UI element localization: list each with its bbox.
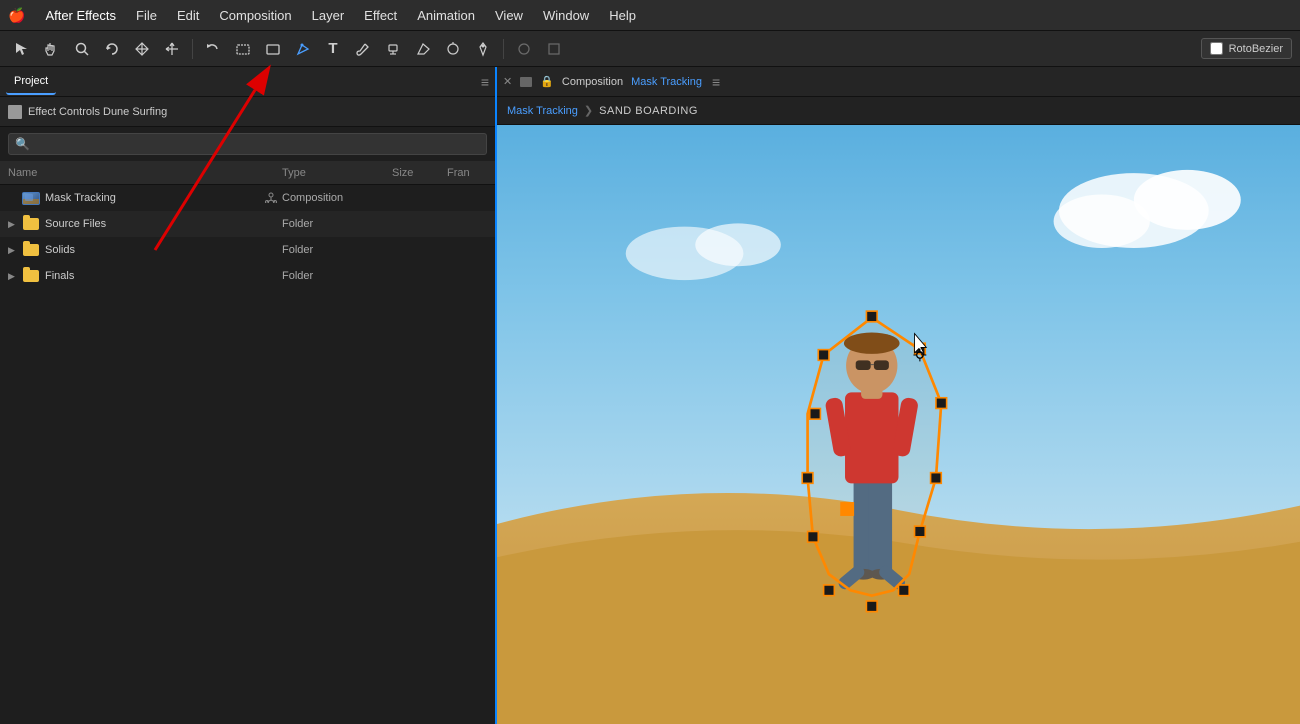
search-icon: 🔍: [15, 137, 30, 151]
item-finals-name: Finals: [45, 270, 264, 282]
solids-folder-icon: [22, 243, 40, 257]
comp-tab-close[interactable]: ✕: [503, 75, 512, 88]
menu-file[interactable]: File: [128, 6, 165, 25]
project-tab[interactable]: Project: [6, 69, 56, 95]
roto-bezier-toggle[interactable]: RotoBezier: [1201, 38, 1292, 59]
shape-btn[interactable]: [259, 35, 287, 63]
roto-bezier-checkbox[interactable]: [1210, 42, 1223, 55]
project-column-headers: Name Type Size Fran: [0, 161, 495, 185]
comp-icon: [22, 191, 40, 205]
pen-tool-btn[interactable]: [289, 35, 317, 63]
effect-controls-tab[interactable]: Effect Controls Dune Surfing: [0, 97, 495, 127]
source-files-folder-icon: [22, 217, 40, 231]
breadcrumb-sep: ❯: [584, 104, 593, 117]
eraser-tool-btn[interactable]: [409, 35, 437, 63]
comp-tab-lock: 🔒: [540, 75, 554, 88]
project-item-solids[interactable]: ▶ Solids Folder: [0, 237, 495, 263]
effect-tab-icon: [8, 105, 22, 119]
comp-tab-name[interactable]: Mask Tracking: [631, 76, 702, 88]
col-fran-header: Fran: [447, 167, 487, 179]
search-input-wrap[interactable]: 🔍: [8, 133, 487, 155]
apple-logo-icon: 🍎: [8, 7, 25, 24]
mask-rect-btn[interactable]: [229, 35, 257, 63]
breadcrumb-second: SAND BOARDING: [599, 105, 698, 117]
menubar: 🍎 After Effects File Edit Composition La…: [0, 0, 1300, 31]
project-items-list: Mask Tracking Composition ▶ Source Files…: [0, 185, 495, 724]
finals-folder-icon: [22, 269, 40, 283]
menu-after-effects[interactable]: After Effects: [37, 6, 124, 25]
project-item-mask-tracking[interactable]: Mask Tracking Composition: [0, 185, 495, 211]
menu-view[interactable]: View: [487, 6, 531, 25]
right-panel: ✕ 🔒 Composition Mask Tracking ≡ Mask Tra…: [497, 67, 1300, 724]
effect-controls-label: Effect Controls Dune Surfing: [28, 106, 167, 118]
toolbar-sep-1: [192, 39, 193, 59]
comp-tab-label: Composition: [562, 76, 623, 88]
menu-composition[interactable]: Composition: [211, 6, 299, 25]
menu-animation[interactable]: Animation: [409, 6, 483, 25]
main-area: Project ≡ Effect Controls Dune Surfing 🔍…: [0, 67, 1300, 724]
translate-tool-btn[interactable]: [128, 35, 156, 63]
text-tool-btn[interactable]: T: [319, 35, 347, 63]
comp-tab-menu[interactable]: ≡: [712, 74, 720, 90]
search-bar: 🔍: [0, 127, 495, 161]
panel-menu-icon[interactable]: ≡: [481, 74, 489, 90]
expand-source-icon[interactable]: ▶: [8, 219, 22, 230]
item-solids-type: Folder: [282, 244, 392, 256]
roto-bezier-label: RotoBezier: [1229, 43, 1283, 55]
left-panel: Project ≡ Effect Controls Dune Surfing 🔍…: [0, 67, 497, 724]
undo-btn[interactable]: [199, 35, 227, 63]
item-network-icon: [264, 191, 282, 206]
item-finals-type: Folder: [282, 270, 392, 282]
tool-extra-2[interactable]: [540, 35, 568, 63]
scene-svg: [497, 125, 1300, 724]
item-mask-tracking-name: Mask Tracking: [45, 192, 264, 204]
rotate-tool-btn[interactable]: [98, 35, 126, 63]
project-item-source-files[interactable]: ▶ Source Files Folder: [0, 211, 495, 237]
item-solids-name: Solids: [45, 244, 264, 256]
toolbar-sep-2: [503, 39, 504, 59]
comp-viewport: [497, 125, 1300, 724]
item-source-files-name: Source Files: [45, 218, 264, 230]
selection-tool-btn[interactable]: [8, 35, 36, 63]
hand-tool-btn[interactable]: [38, 35, 66, 63]
menu-effect[interactable]: Effect: [356, 6, 405, 25]
breadcrumb-first[interactable]: Mask Tracking: [507, 105, 578, 117]
comp-tab-icon: [520, 77, 532, 87]
zoom-tool-btn[interactable]: [68, 35, 96, 63]
col-type-header: Type: [282, 167, 392, 179]
expand-solids-icon[interactable]: ▶: [8, 245, 22, 256]
menu-window[interactable]: Window: [535, 6, 597, 25]
comp-panel-tabs: ✕ 🔒 Composition Mask Tracking ≡: [497, 67, 1300, 97]
comp-breadcrumb: Mask Tracking ❯ SAND BOARDING: [497, 97, 1300, 125]
menu-help[interactable]: Help: [601, 6, 644, 25]
col-size-header: Size: [392, 167, 447, 179]
col-name-header: Name: [8, 167, 264, 179]
project-item-finals[interactable]: ▶ Finals Folder: [0, 263, 495, 289]
item-source-files-type: Folder: [282, 218, 392, 230]
project-tab-label: Project: [14, 75, 48, 87]
brush-tool-btn[interactable]: [349, 35, 377, 63]
menu-layer[interactable]: Layer: [304, 6, 353, 25]
pin-tool-btn[interactable]: [469, 35, 497, 63]
item-mask-tracking-type: Composition: [282, 192, 392, 204]
panel-tabs: Project ≡: [0, 67, 495, 97]
search-input[interactable]: [35, 138, 480, 150]
stamp-tool-btn[interactable]: [379, 35, 407, 63]
toolbar: T RotoBezier: [0, 31, 1300, 67]
move-tool-btn[interactable]: [158, 35, 186, 63]
tool-extra-1[interactable]: [510, 35, 538, 63]
menu-edit[interactable]: Edit: [169, 6, 207, 25]
roto-brush-btn[interactable]: [439, 35, 467, 63]
expand-finals-icon[interactable]: ▶: [8, 271, 22, 282]
